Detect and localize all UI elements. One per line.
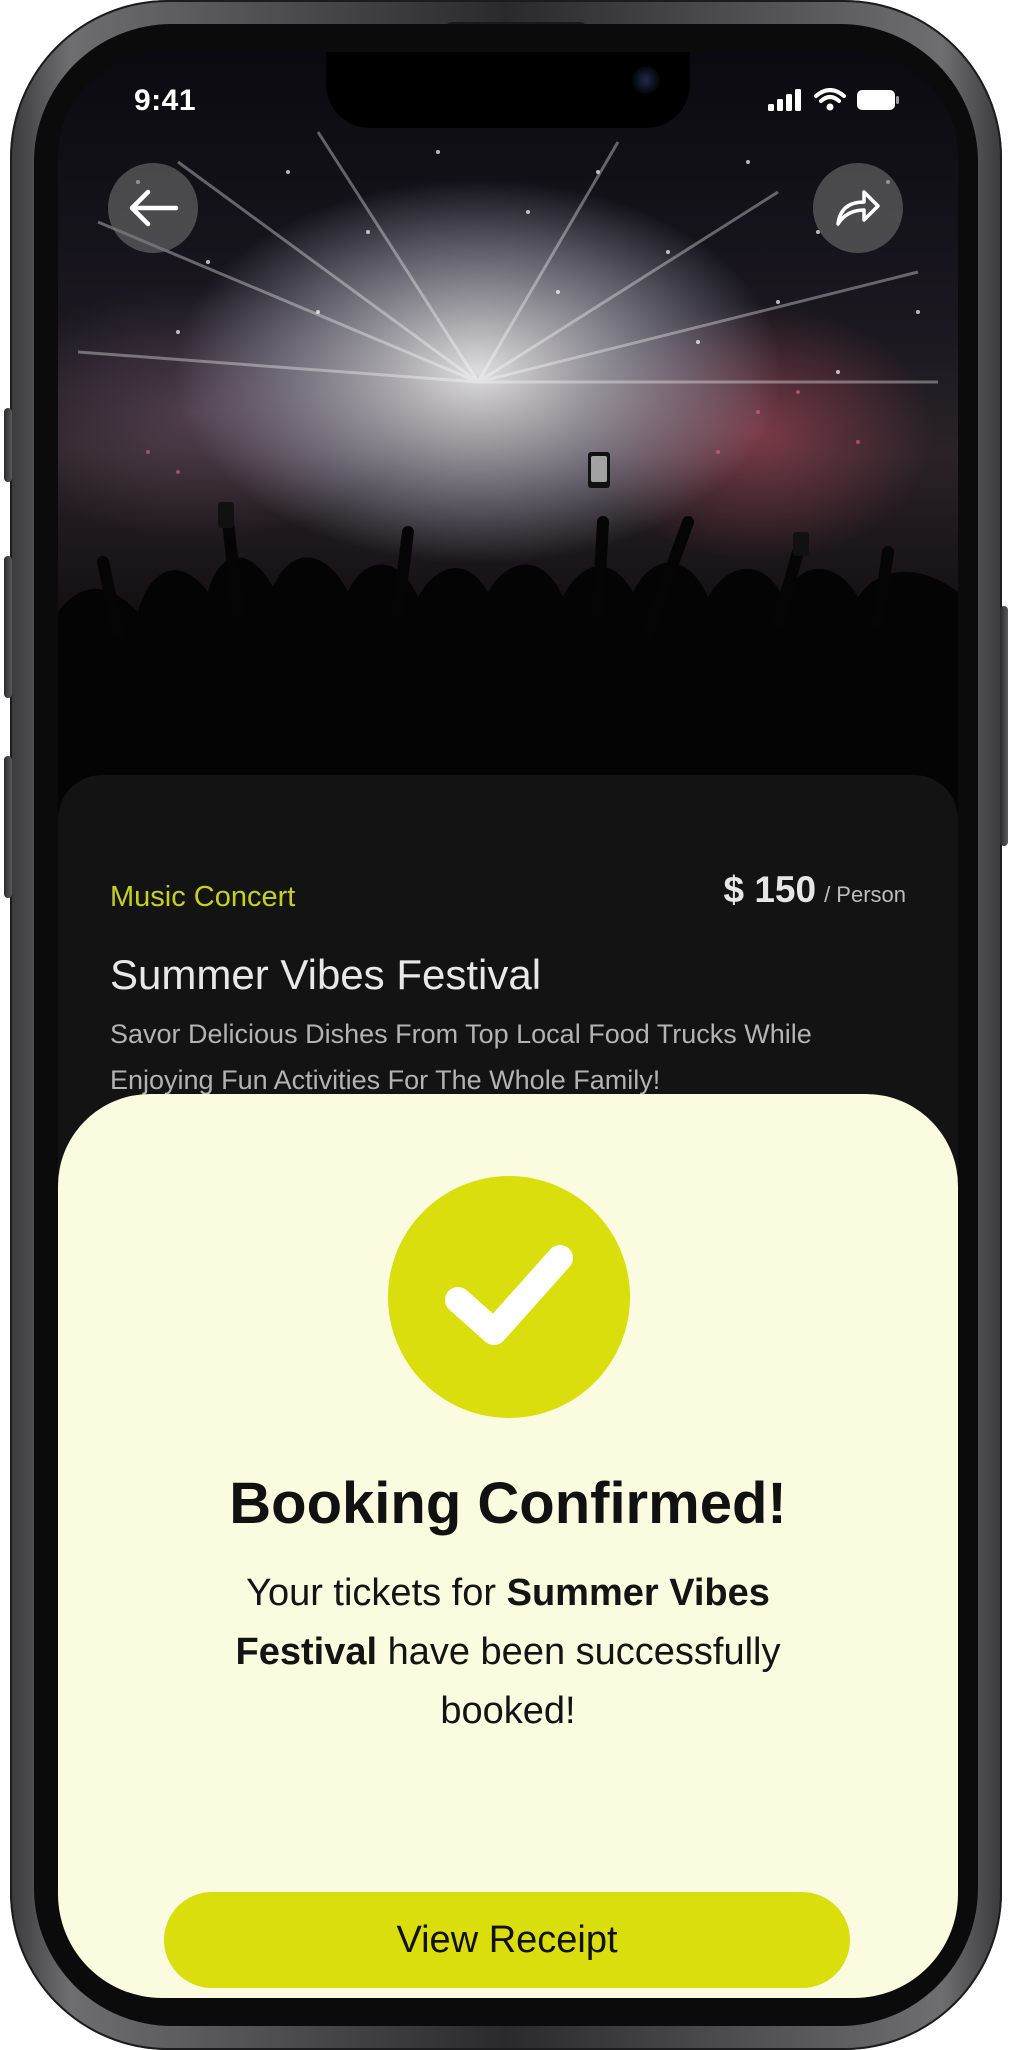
checkmark-icon [445, 1245, 573, 1345]
event-description: Savor Delicious Dishes From Top Local Fo… [110, 1019, 812, 1095]
message-prefix: Your tickets for [246, 1572, 507, 1614]
arrow-left-icon [129, 189, 179, 227]
view-receipt-button[interactable]: View Receipt [164, 1892, 850, 1988]
success-badge [388, 1176, 630, 1418]
event-price: $ 150 / Person [723, 869, 906, 911]
app-screen: 9:41 Music Concert $ 150 / Person Summer… [58, 52, 958, 1998]
wifi-icon [814, 88, 846, 111]
event-title: Summer Vibes Festival [110, 951, 542, 998]
status-bar-time: 9:41 [134, 84, 197, 117]
power-button [1000, 606, 1008, 846]
message-suffix: have been successfully booked! [377, 1631, 781, 1732]
status-bar-icons [768, 88, 900, 112]
concert-crowd-illustration [58, 131, 958, 852]
event-category: Music Concert [110, 881, 296, 913]
volume-up-button [4, 556, 12, 698]
back-button[interactable] [108, 163, 198, 253]
volume-down-button [4, 756, 12, 898]
price-unit: / Person [824, 882, 906, 907]
booking-confirmation-sheet: Booking Confirmed! Your tickets for Summ… [58, 1094, 958, 1998]
mute-switch [4, 408, 12, 482]
front-camera-icon [632, 66, 660, 94]
notch [326, 52, 690, 128]
share-button[interactable] [813, 163, 903, 253]
confirmation-message: Your tickets for Summer Vibes Festival h… [178, 1564, 838, 1741]
event-hero-image [58, 52, 958, 852]
share-forward-icon [836, 190, 880, 226]
cellular-signal-icon [768, 89, 801, 111]
confirmation-title: Booking Confirmed! [229, 1471, 787, 1536]
price-value: $ 150 [723, 869, 817, 910]
battery-icon [857, 90, 899, 110]
